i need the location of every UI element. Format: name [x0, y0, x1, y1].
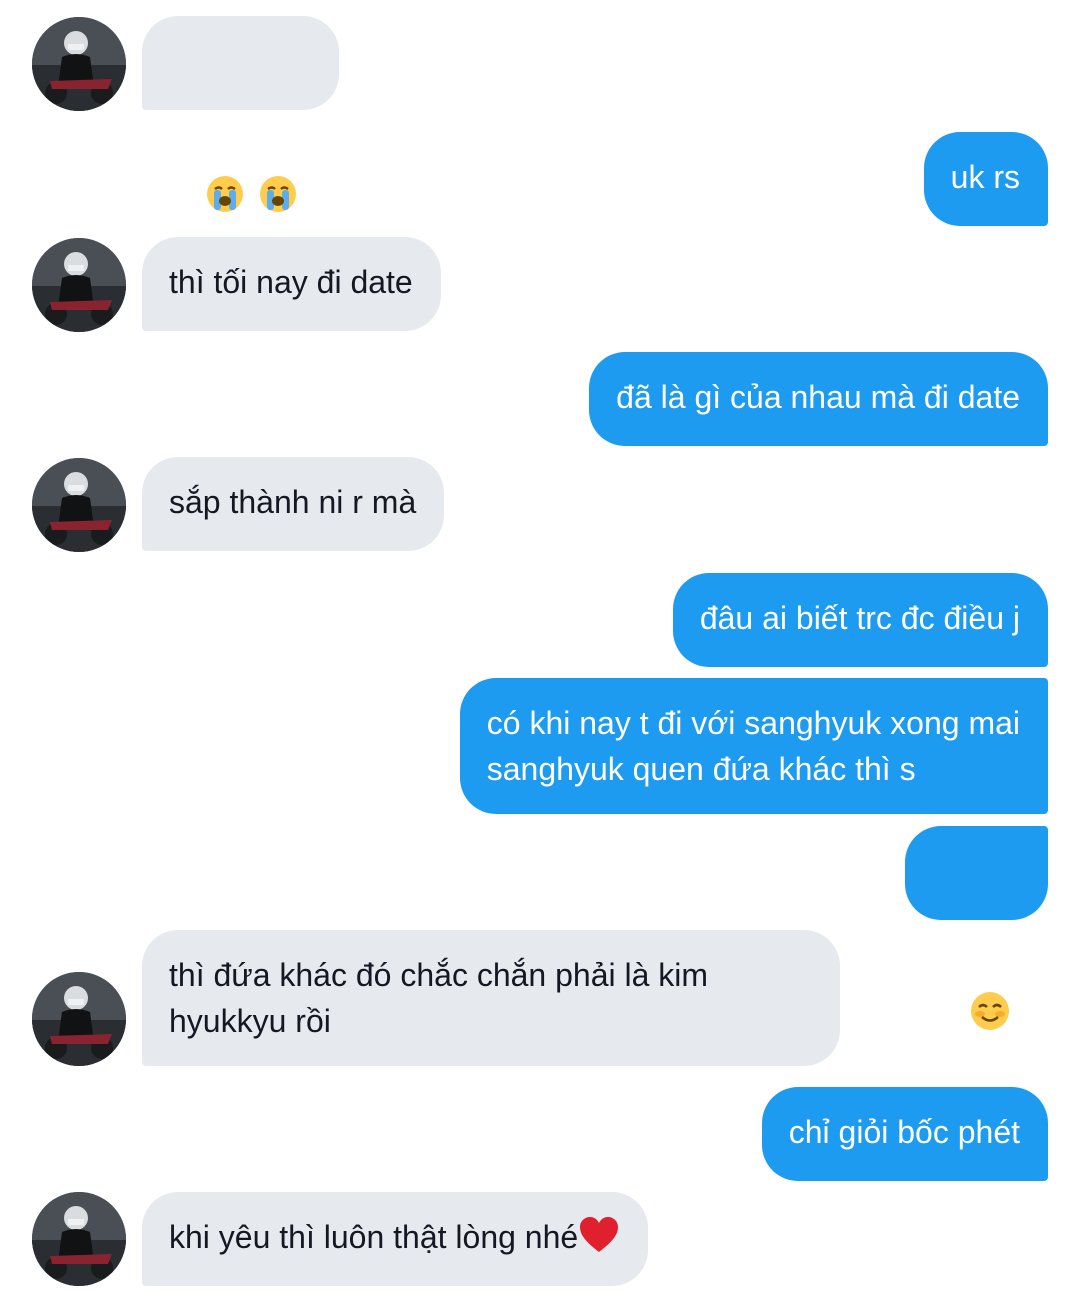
avatar[interactable] [32, 972, 126, 1066]
message-bubble-outgoing[interactable]: đã là gì của nhau mà đi date [589, 352, 1048, 446]
message-bubble-incoming[interactable]: khi yêu thì luôn thật lòng nhé [142, 1192, 649, 1286]
message-bubble-outgoing[interactable]: đâu ai biết trc đc điều j [672, 573, 1048, 667]
avatar[interactable] [32, 1192, 126, 1286]
message-bubble-outgoing[interactable] [905, 826, 1048, 1030]
message-bubble-incoming[interactable]: sắp thành ni r mà [142, 457, 445, 551]
message-bubble-incoming[interactable]: thì tối nay đi date [142, 237, 441, 331]
avatar-photo-icon [32, 238, 126, 332]
message-thread: uk rs thì tối nay đi date đã là gì của n… [0, 0, 1080, 1304]
message-bubble-outgoing[interactable]: uk rs [923, 132, 1048, 226]
avatar[interactable] [32, 238, 126, 332]
message-bubble-outgoing[interactable]: có khi nay t đi với sanghyuk xong mai sa… [459, 678, 1048, 814]
message-bubble-incoming[interactable] [142, 16, 340, 212]
avatar-photo-icon [32, 17, 126, 111]
avatar[interactable] [32, 458, 126, 552]
message-text: khi yêu thì luôn thật lòng nhé [169, 1219, 579, 1255]
avatar[interactable] [32, 17, 126, 111]
avatar-photo-icon [32, 1192, 126, 1286]
message-bubble-outgoing[interactable]: chỉ giỏi bốc phét [761, 1087, 1048, 1181]
red-heart-icon [578, 1216, 620, 1254]
avatar-photo-icon [32, 458, 126, 552]
message-bubble-incoming[interactable]: thì đứa khác đó chắc chắn phải là kim hy… [142, 930, 840, 1066]
avatar-photo-icon [32, 972, 126, 1066]
